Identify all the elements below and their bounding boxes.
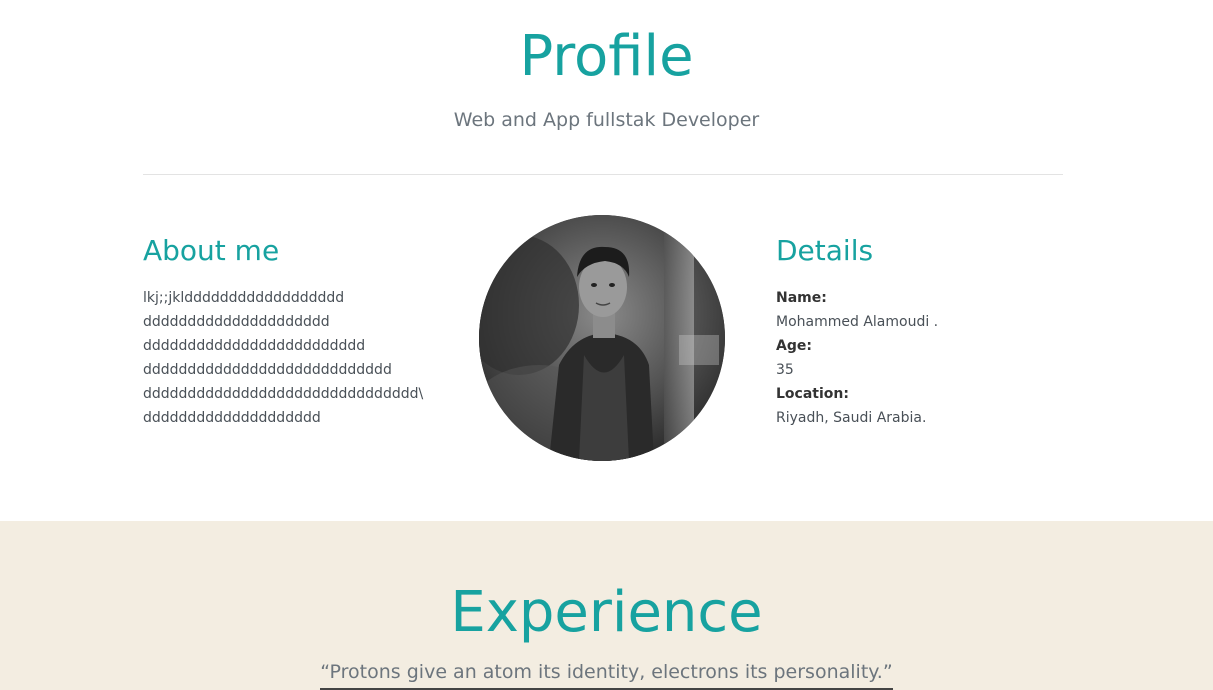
- details-heading: Details: [776, 234, 874, 267]
- section-divider: [143, 174, 1063, 175]
- details-column: Details Name: Mohammed Alamoudi . Age: 3…: [776, 232, 1076, 430]
- about-line: dddddddddddddddddddd: [143, 410, 321, 426]
- about-heading: About me: [143, 234, 280, 267]
- about-line: ddddddddddddddddddddd: [143, 314, 330, 330]
- profile-section: Profile Web and App fullstak Developer A…: [0, 0, 1213, 521]
- experience-section: Experience “Protons give an atom its ide…: [0, 521, 1213, 690]
- experience-quote: “Protons give an atom its identity, elec…: [320, 661, 893, 683]
- avatar: [479, 215, 725, 461]
- page-title: Profile: [519, 24, 694, 89]
- name-label: Name:: [776, 290, 827, 306]
- location-value: Riyadh, Saudi Arabia.: [776, 410, 927, 426]
- name-value: Mohammed Alamoudi .: [776, 314, 939, 330]
- about-line: lkj;;jkldddddddddddddddddd: [143, 290, 345, 306]
- about-line: dddddddddddddddddddddddddddd: [143, 362, 392, 378]
- location-label: Location:: [776, 386, 849, 402]
- page-subtitle: Web and App fullstak Developer: [453, 109, 760, 131]
- age-value: 35: [776, 362, 794, 378]
- profile-photo-icon: [479, 215, 725, 461]
- age-label: Age:: [776, 338, 812, 354]
- about-line: ddddddddddddddddddddddddd: [143, 338, 366, 354]
- experience-title: Experience: [450, 580, 763, 645]
- about-column: About me lkj;;jkldddddddddddddddddd dddd…: [143, 232, 443, 430]
- about-text: lkj;;jkldddddddddddddddddd ddddddddddddd…: [143, 286, 443, 430]
- about-line: ddddddddddddddddddddddddddddddd\: [143, 386, 424, 402]
